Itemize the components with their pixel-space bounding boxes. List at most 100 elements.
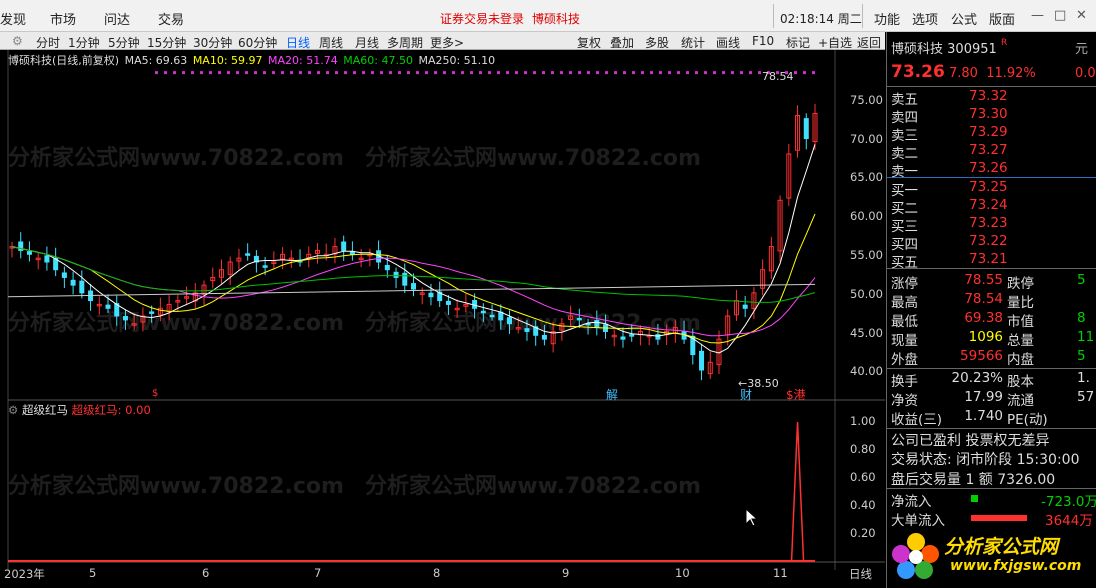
bid-price[interactable]: 73.24 <box>969 197 1008 213</box>
candle-body <box>245 253 251 256</box>
period-tab-active[interactable]: 日线 <box>286 34 310 51</box>
candle-body <box>402 272 408 286</box>
tool-button[interactable]: 返回 <box>857 34 881 51</box>
menu-discover[interactable]: 发现 <box>0 9 26 28</box>
stat-value: 5 <box>1077 348 1086 364</box>
menu-wenda[interactable]: 问达 <box>104 9 130 28</box>
sub-tick: 1.00 <box>850 414 876 428</box>
candle-body <box>262 265 268 268</box>
close-icon[interactable]: ✕ <box>1076 8 1087 23</box>
net-inflow-bar <box>971 495 978 502</box>
tool-button[interactable]: 叠加 <box>610 34 634 51</box>
candle-body <box>629 334 635 337</box>
menu-function[interactable]: 功能 <box>874 9 900 28</box>
bid-price[interactable]: 73.22 <box>969 233 1008 249</box>
price-tick: 55.00 <box>850 248 883 262</box>
bid-price[interactable]: 73.23 <box>969 215 1008 231</box>
r-badge: R <box>1000 38 1008 48</box>
gear-icon[interactable]: ⚙ <box>8 403 18 417</box>
stat-value: 17.99 <box>964 389 1003 405</box>
tool-button[interactable]: 复权 <box>577 34 601 51</box>
period-tab[interactable]: 1分钟 <box>68 34 100 51</box>
settings-icon[interactable]: ⚙ <box>12 34 23 48</box>
menu-layout[interactable]: 版面 <box>989 9 1015 28</box>
ask-label: 卖五 <box>891 92 918 108</box>
stat-value: 1. <box>1077 370 1090 386</box>
sub-tick: 0.80 <box>850 442 876 456</box>
logo-flower-icon <box>892 533 939 579</box>
period-tab[interactable]: 30分钟 <box>193 34 232 51</box>
ma20-value: MA20: 51.74 <box>268 54 338 67</box>
period-tab[interactable]: 多周期 <box>387 34 423 51</box>
menu-trade[interactable]: 交易 <box>158 9 184 28</box>
tool-button[interactable]: +自选 <box>818 34 852 51</box>
price-tick: 50.00 <box>850 287 883 301</box>
price-tick: 40.00 <box>850 364 883 378</box>
stock-name-row: 博硕科技 300951 R <box>891 38 1007 57</box>
afterhours-volume: 盘后交易量 1 额 7326.00 <box>891 472 1056 488</box>
candle-body <box>541 334 547 340</box>
menu-formula[interactable]: 公式 <box>951 9 977 28</box>
candle-body <box>428 292 434 298</box>
tool-button[interactable]: 多股 <box>645 34 669 51</box>
time-tick: 2023年 <box>4 567 45 581</box>
candle-body <box>44 255 50 263</box>
stat-value: 78.55 <box>964 272 1003 288</box>
event-mark[interactable]: $ <box>152 388 158 399</box>
stat-label: PE(动) <box>1007 412 1048 428</box>
period-tab[interactable]: 5分钟 <box>108 34 140 51</box>
ask-price[interactable]: 73.32 <box>969 88 1008 104</box>
period-tab[interactable]: 月线 <box>355 34 379 51</box>
big-order-value: 3644万 <box>1045 513 1093 529</box>
stat-value: 57 <box>1077 389 1095 405</box>
menu-options[interactable]: 选项 <box>912 9 938 28</box>
big-order-label: 大单流入 <box>891 513 945 529</box>
candle-body <box>445 300 451 305</box>
candle-body <box>122 316 128 321</box>
tool-button[interactable]: 画线 <box>716 34 740 51</box>
event-mark-unlock[interactable]: 解 <box>606 386 618 403</box>
price-tick: 75.00 <box>850 93 883 107</box>
tool-button[interactable]: 统计 <box>681 34 705 51</box>
event-mark-finance[interactable]: 财 <box>740 386 752 403</box>
tool-button[interactable]: 标记 <box>786 34 810 51</box>
bid-price[interactable]: 73.21 <box>969 251 1008 267</box>
indicator-name[interactable]: 超级红马 <box>22 403 68 417</box>
stat-label: 内盘 <box>1007 352 1034 368</box>
stat-label: 量比 <box>1007 295 1034 311</box>
candle-body <box>620 336 626 340</box>
login-notice[interactable]: 证券交易未登录 <box>440 10 524 27</box>
candle-body <box>349 251 355 255</box>
ask-price[interactable]: 73.26 <box>969 160 1008 176</box>
divider <box>887 177 1096 178</box>
ask-price[interactable]: 73.27 <box>969 142 1008 158</box>
bid-label: 买二 <box>891 201 918 217</box>
last-price: 73.26 <box>891 62 945 82</box>
period-tab[interactable]: 60分钟 <box>238 34 277 51</box>
ask-price[interactable]: 73.29 <box>969 124 1008 140</box>
stat-label: 总量 <box>1007 333 1034 349</box>
logo-title: 分析家公式网 <box>944 536 1059 558</box>
candle-body <box>480 310 486 314</box>
candle-body <box>393 271 399 278</box>
stock-title-link[interactable]: 博硕科技 <box>532 10 580 27</box>
tool-button[interactable]: F10 <box>752 34 774 48</box>
period-tab[interactable]: 分时 <box>36 34 60 51</box>
event-mark-hk[interactable]: $港 <box>786 386 806 403</box>
net-inflow-label: 净流入 <box>891 494 932 510</box>
period-tab[interactable]: 周线 <box>319 34 343 51</box>
period-tab-more[interactable]: 更多> <box>430 34 464 51</box>
period-tab[interactable]: 15分钟 <box>147 34 186 51</box>
menu-market[interactable]: 市场 <box>50 9 76 28</box>
ask-price[interactable]: 73.30 <box>969 106 1008 122</box>
change-row: 7.80 11.92% <box>949 66 1036 81</box>
stat-value: 11 <box>1077 329 1095 345</box>
price-tick: 70.00 <box>850 132 883 146</box>
restore-icon[interactable]: □ <box>1054 8 1066 23</box>
minimize-icon[interactable]: — <box>1031 8 1044 23</box>
candle-body <box>26 251 32 255</box>
ask-label: 卖二 <box>891 146 918 162</box>
time-tick: 10 <box>675 566 690 580</box>
bid-price[interactable]: 73.25 <box>969 179 1008 195</box>
stat-value: 20.23% <box>951 370 1003 386</box>
